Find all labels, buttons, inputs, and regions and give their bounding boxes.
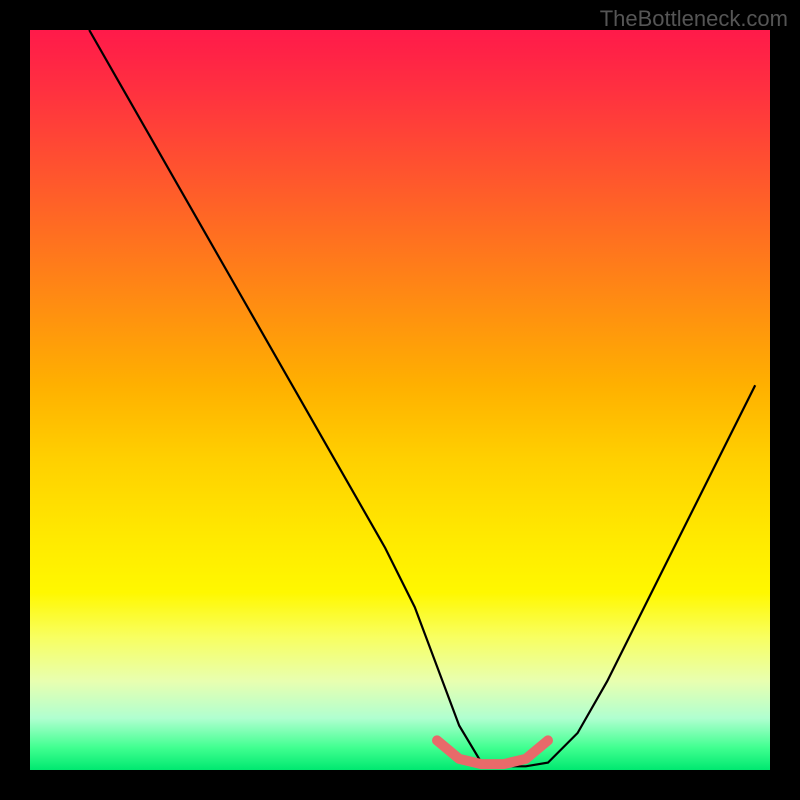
chart-svg bbox=[30, 30, 770, 770]
chart-gradient-background bbox=[30, 30, 770, 770]
watermark-text: TheBottleneck.com bbox=[600, 6, 788, 32]
optimal-zone-highlight bbox=[437, 740, 548, 764]
bottleneck-curve-line bbox=[89, 30, 755, 766]
